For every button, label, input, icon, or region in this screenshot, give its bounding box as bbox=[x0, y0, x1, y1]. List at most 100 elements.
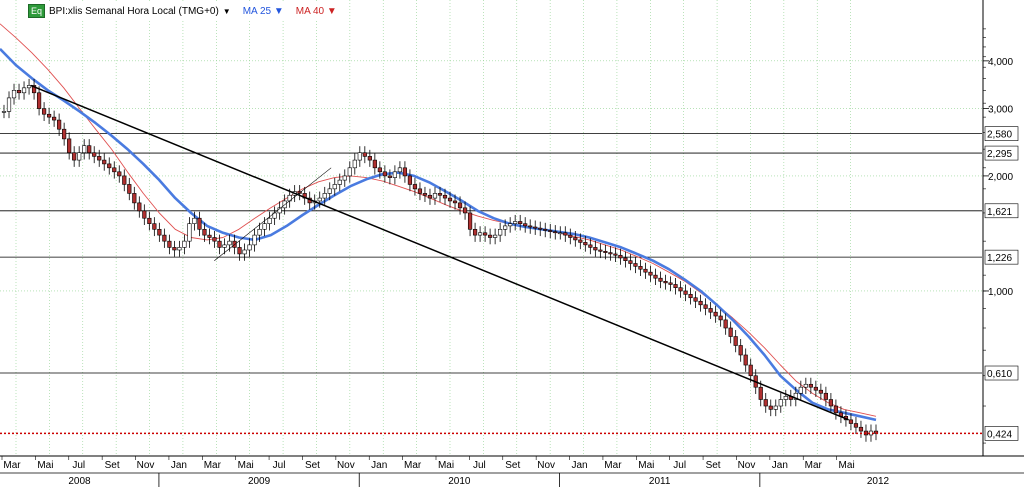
candle-body bbox=[427, 194, 433, 199]
candle-body bbox=[367, 156, 372, 161]
candle-body bbox=[187, 223, 192, 242]
candle-body bbox=[508, 223, 513, 227]
candle-body bbox=[813, 386, 818, 391]
x-month-label: Nov bbox=[337, 460, 355, 471]
y-tick-label: 4,000 bbox=[988, 57, 1013, 68]
candle-body bbox=[563, 232, 568, 236]
candle-body bbox=[738, 345, 743, 356]
x-year-label: 2010 bbox=[448, 476, 471, 487]
candle-body bbox=[442, 194, 448, 199]
candle-body bbox=[568, 234, 573, 238]
x-month-label: Set bbox=[505, 460, 520, 471]
candle-body bbox=[377, 167, 382, 173]
candle-body bbox=[112, 167, 117, 173]
candle-body bbox=[67, 138, 72, 154]
symbol-dropdown-icon[interactable]: ▼ bbox=[223, 7, 231, 16]
candle-body bbox=[16, 89, 22, 94]
candle-body bbox=[598, 249, 603, 252]
y-tick-label: 3,000 bbox=[988, 105, 1013, 116]
candle-body bbox=[382, 171, 387, 177]
last-price-label: 0,424 bbox=[987, 429, 1012, 440]
symbol-label[interactable]: BPI:xlis Semanal Hora Local (TMG+0) bbox=[49, 6, 219, 17]
candle-body bbox=[172, 247, 177, 251]
level-label: 1,226 bbox=[987, 253, 1012, 264]
candle-body bbox=[357, 152, 362, 161]
candle-body bbox=[127, 184, 132, 194]
candle-body bbox=[457, 202, 463, 209]
x-month-label: Jul bbox=[473, 460, 486, 471]
ma40-legend[interactable]: MA 40 ▼ bbox=[296, 6, 337, 17]
candle-body bbox=[157, 228, 162, 236]
candle-body bbox=[177, 247, 182, 251]
ma25-legend[interactable]: MA 25 ▼ bbox=[243, 6, 284, 17]
candle-body bbox=[818, 389, 823, 394]
candle-body bbox=[728, 327, 733, 337]
candle-body bbox=[62, 128, 67, 140]
y-tick-label: 1,000 bbox=[988, 287, 1013, 298]
x-month-label: Jul bbox=[72, 460, 85, 471]
candle-body bbox=[723, 319, 728, 329]
x-month-label: Jul bbox=[673, 460, 686, 471]
candle-body bbox=[452, 200, 458, 204]
candle-body bbox=[87, 145, 92, 154]
candle-body bbox=[21, 87, 27, 94]
price-chart[interactable]: 4,000 3,000 2,000 1,000 2,580 2,295 1,621 1,226… bbox=[0, 0, 1024, 487]
candle-body bbox=[718, 315, 723, 321]
candle-body bbox=[167, 240, 172, 248]
candle-body bbox=[102, 159, 107, 165]
candle-body bbox=[247, 244, 252, 251]
candle-body bbox=[603, 250, 608, 253]
candle-body bbox=[47, 113, 52, 118]
candle-body bbox=[282, 200, 287, 209]
candle-body bbox=[217, 240, 222, 248]
equity-badge[interactable]: Eq bbox=[28, 4, 46, 18]
x-month-label: Mai bbox=[238, 460, 254, 471]
x-month-label: Mar bbox=[204, 460, 222, 471]
x-year-label: 2012 bbox=[867, 476, 890, 487]
candle-body bbox=[638, 266, 643, 270]
candle-body bbox=[583, 242, 588, 246]
candle-body bbox=[422, 193, 428, 196]
candle-body bbox=[623, 257, 628, 262]
candle-body bbox=[147, 217, 152, 224]
candle-body bbox=[142, 210, 147, 219]
candle-body bbox=[36, 92, 42, 109]
x-month-label: Set bbox=[305, 460, 320, 471]
candle-body bbox=[518, 221, 523, 224]
ma25-dropdown-icon: ▼ bbox=[273, 5, 284, 17]
candle-body bbox=[578, 239, 583, 243]
candle-body bbox=[6, 97, 12, 112]
candle-body bbox=[327, 188, 332, 194]
x-month-label: Mar bbox=[404, 460, 422, 471]
ma40-label: MA 40 bbox=[295, 5, 325, 17]
candle-body bbox=[267, 217, 272, 224]
candle-body bbox=[678, 287, 683, 292]
level-label: 0,610 bbox=[987, 369, 1012, 380]
candle-body bbox=[498, 228, 503, 236]
y-axis-panel bbox=[983, 0, 1024, 456]
candle-body bbox=[853, 423, 859, 428]
candle-body bbox=[493, 234, 498, 238]
candle-body bbox=[152, 223, 157, 230]
x-month-label: Set bbox=[706, 460, 721, 471]
level-label: 2,580 bbox=[987, 130, 1012, 141]
candle-body bbox=[733, 336, 738, 346]
candle-body bbox=[227, 240, 232, 246]
candle-body bbox=[698, 300, 703, 306]
candle-body bbox=[748, 364, 753, 377]
candle-body bbox=[528, 225, 533, 228]
candle-body bbox=[713, 311, 718, 317]
candle-body bbox=[202, 228, 207, 236]
x-month-label: Nov bbox=[137, 460, 155, 471]
candle-body bbox=[798, 386, 803, 394]
candle-body bbox=[543, 228, 548, 231]
x-month-label: Jan bbox=[171, 460, 187, 471]
candle-body bbox=[553, 231, 558, 234]
chart-legend: Eq BPI:xlis Semanal Hora Local (TMG+0) ▼… bbox=[26, 3, 339, 19]
candle-body bbox=[392, 171, 397, 178]
candle-body bbox=[107, 163, 112, 169]
candle-body bbox=[322, 193, 327, 199]
candle-body bbox=[72, 152, 77, 161]
candle-body bbox=[823, 392, 828, 400]
candle-body bbox=[197, 217, 202, 230]
